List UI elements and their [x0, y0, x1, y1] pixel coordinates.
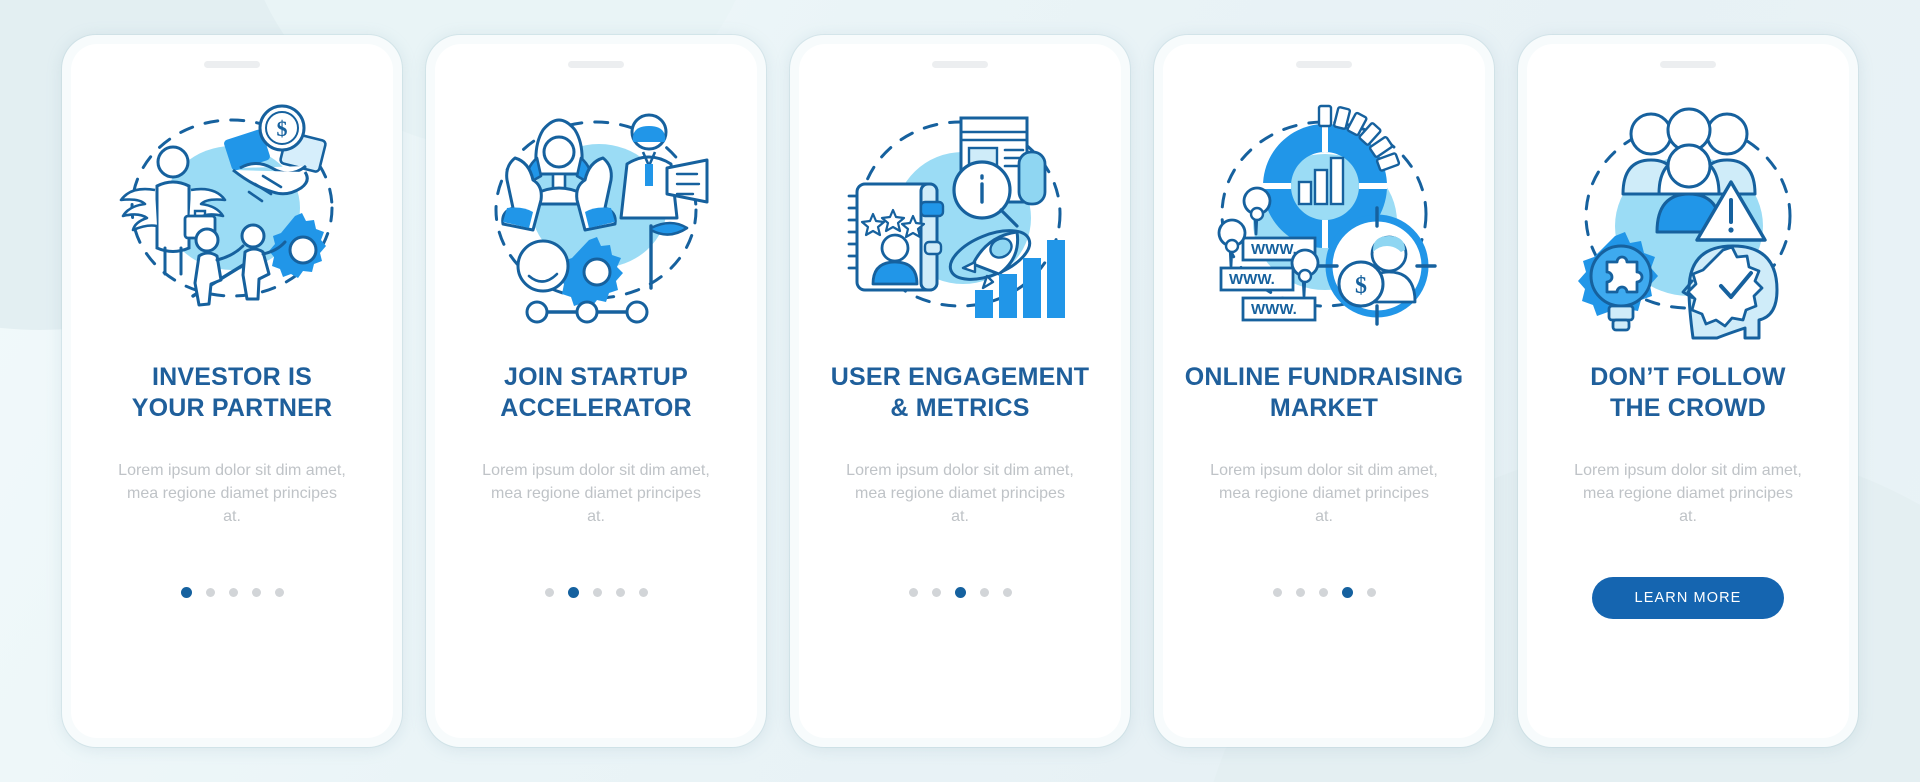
card-body-text: Lorem ipsum dolor sit dim amet, mea regi…	[1574, 462, 1802, 526]
pagination-dot-3[interactable]	[228, 587, 238, 597]
onboarding-card-online-fundraising-market: WWW. WWW. WWW. $ ONLINE FUNDRAISING MARK…	[1154, 35, 1494, 747]
pagination-dot-2[interactable]	[567, 586, 579, 598]
pagination-dots[interactable]	[180, 586, 284, 598]
pagination-dot-5[interactable]	[638, 587, 648, 597]
pagination-dot-2[interactable]	[931, 587, 941, 597]
pagination-dot-4[interactable]	[979, 587, 989, 597]
pagination-dot-1[interactable]	[908, 587, 918, 597]
onboarding-card-join-startup-accelerator: JOIN STARTUP ACCELERATOR Lorem ipsum dol…	[426, 35, 766, 747]
pagination-dots[interactable]	[908, 586, 1012, 598]
card-title: DON’T FOLLOW THE CROWD	[1590, 363, 1786, 422]
card-body-text: Lorem ipsum dolor sit dim amet, mea regi…	[118, 462, 346, 526]
svg-text:WWW.: WWW.	[1251, 301, 1297, 318]
phone-speaker-notch	[932, 61, 988, 68]
phone-screen: WWW. WWW. WWW. $ ONLINE FUNDRAISING MARK…	[1163, 44, 1485, 738]
phone-screen: DON’T FOLLOW THE CROWD Lorem ipsum dolor…	[1527, 44, 1849, 738]
pagination-dot-3[interactable]	[592, 587, 602, 597]
svg-text:$: $	[277, 116, 288, 141]
pagination-dot-4[interactable]	[615, 587, 625, 597]
learn-more-button[interactable]: LEARN MORE	[1592, 576, 1784, 619]
card-body-text: Lorem ipsum dolor sit dim amet, mea regi…	[1210, 462, 1438, 526]
card-title: JOIN STARTUP ACCELERATOR	[500, 363, 692, 422]
phone-speaker-notch	[568, 61, 624, 68]
phone-screen: $ INVESTOR IS YOUR PARTNER Lorem ipsum d…	[71, 44, 393, 738]
pagination-dot-4[interactable]	[1341, 586, 1353, 598]
card-body-text: Lorem ipsum dolor sit dim amet, mea regi…	[846, 462, 1074, 526]
pagination-dot-1[interactable]	[180, 586, 192, 598]
phone-speaker-notch	[1660, 61, 1716, 68]
card-body-text: Lorem ipsum dolor sit dim amet, mea regi…	[482, 462, 710, 526]
donut-chart-www-pins-target-audience-icon: WWW. WWW. WWW. $	[1199, 90, 1449, 340]
pagination-dot-3[interactable]	[954, 586, 966, 598]
pagination-dot-5[interactable]	[274, 587, 284, 597]
svg-text:WWW.: WWW.	[1251, 241, 1297, 258]
onboarding-card-investor-is-your-partner: $ INVESTOR IS YOUR PARTNER Lorem ipsum d…	[62, 35, 402, 747]
phone-speaker-notch	[1296, 61, 1352, 68]
angel-investor-handshake-gear-icon: $	[107, 90, 357, 340]
pagination-dot-4[interactable]	[251, 587, 261, 597]
pagination-dot-2[interactable]	[1295, 587, 1305, 597]
svg-text:$: $	[1355, 273, 1367, 299]
crowd-warning-idea-gear-mind-icon	[1563, 90, 1813, 340]
pagination-dot-5[interactable]	[1002, 587, 1012, 597]
card-title: ONLINE FUNDRAISING MARKET	[1184, 363, 1464, 422]
phone-screen: JOIN STARTUP ACCELERATOR Lorem ipsum dol…	[435, 44, 757, 738]
onboarding-card-dont-follow-the-crowd: DON’T FOLLOW THE CROWD Lorem ipsum dolor…	[1518, 35, 1858, 747]
notebook-reviews-report-growth-chart-icon	[835, 90, 1085, 340]
phone-speaker-notch	[204, 61, 260, 68]
rocket-hands-mentor-flag-icon	[471, 90, 721, 340]
pagination-dot-1[interactable]	[544, 587, 554, 597]
pagination-dot-2[interactable]	[205, 587, 215, 597]
svg-text:WWW.: WWW.	[1229, 271, 1275, 288]
pagination-dots[interactable]	[544, 586, 648, 598]
onboarding-screens-row: $ INVESTOR IS YOUR PARTNER Lorem ipsum d…	[0, 0, 1920, 782]
phone-screen: USER ENGAGEMENT & METRICS Lorem ipsum do…	[799, 44, 1121, 738]
pagination-dot-5[interactable]	[1366, 587, 1376, 597]
card-title: INVESTOR IS YOUR PARTNER	[131, 363, 333, 422]
pagination-dot-1[interactable]	[1272, 587, 1282, 597]
card-title: USER ENGAGEMENT & METRICS	[830, 363, 1090, 422]
onboarding-card-user-engagement-and-metrics: USER ENGAGEMENT & METRICS Lorem ipsum do…	[790, 35, 1130, 747]
pagination-dot-3[interactable]	[1318, 587, 1328, 597]
pagination-dots[interactable]	[1272, 586, 1376, 598]
